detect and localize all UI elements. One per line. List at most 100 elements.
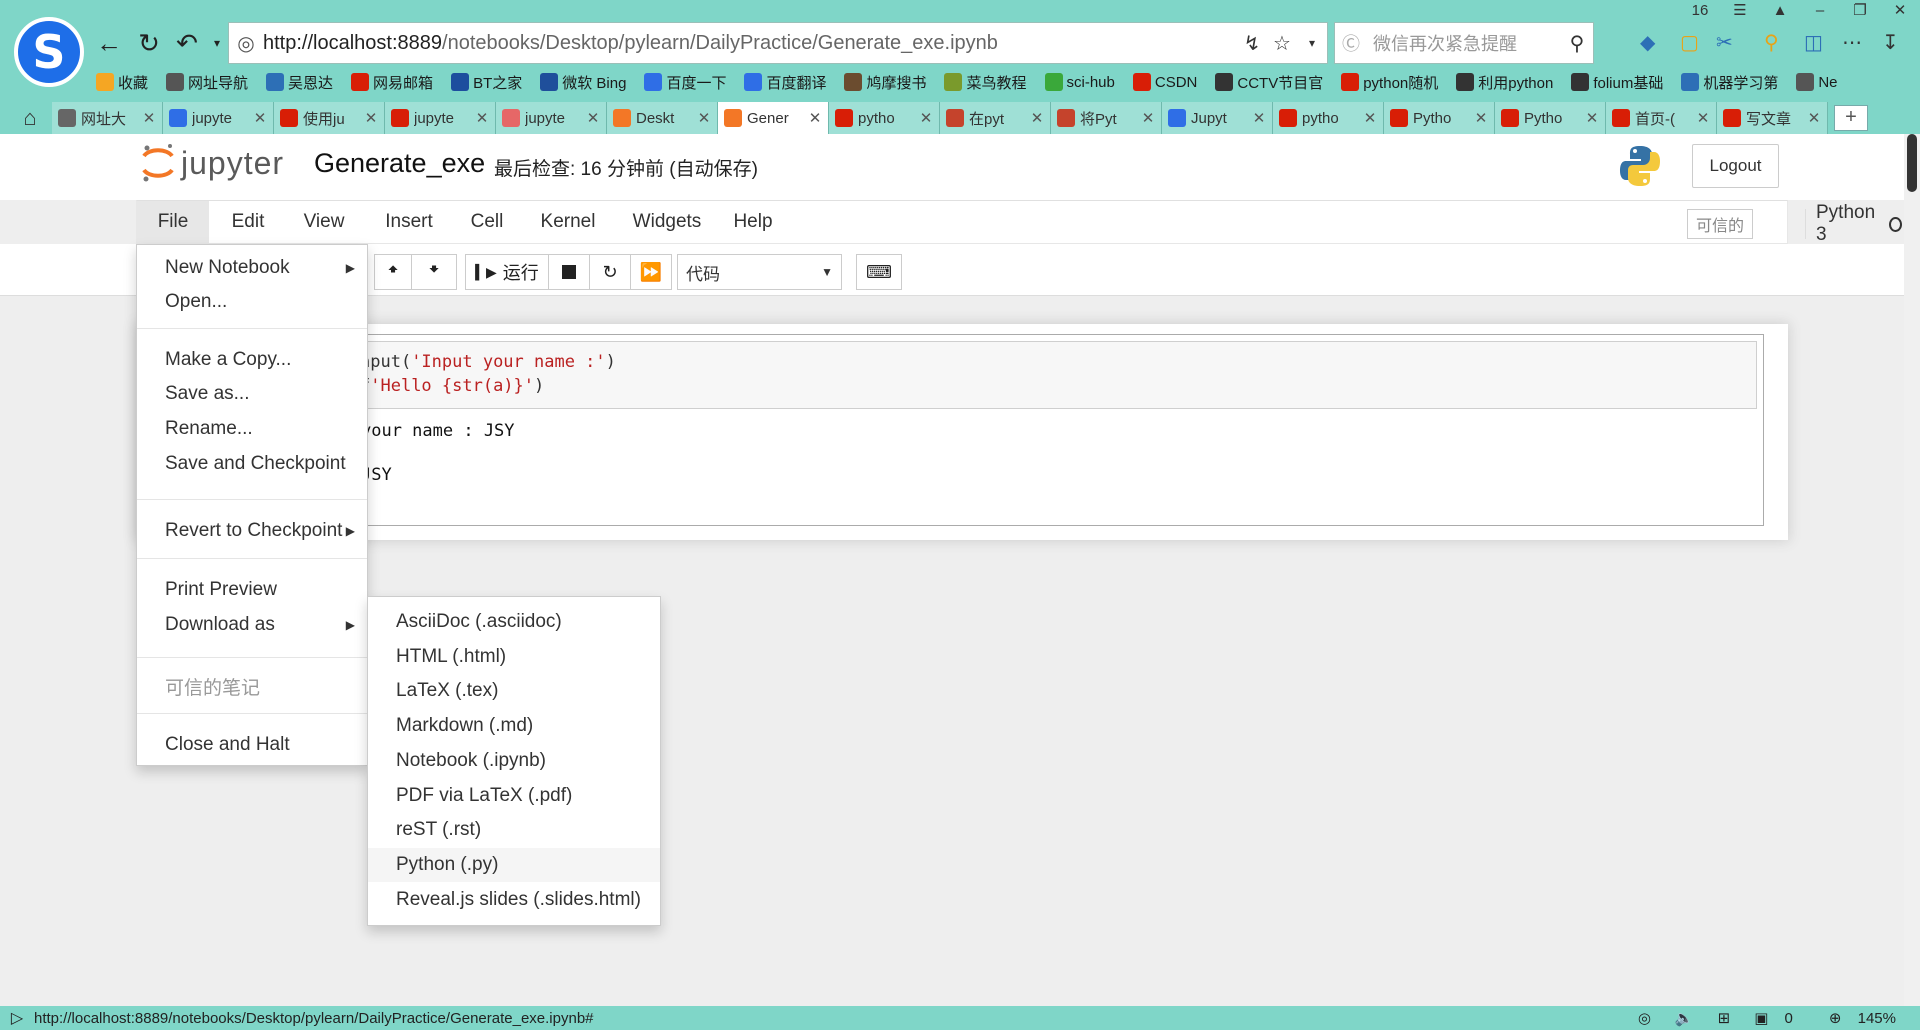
menu-kernel[interactable]: Kernel: [523, 201, 613, 243]
bookmark-item[interactable]: sci-hub: [1044, 73, 1115, 91]
menu-widgets[interactable]: Widgets: [617, 201, 717, 243]
browser-tab[interactable]: jupyte ✕: [496, 102, 607, 134]
move-up-button[interactable]: 🠹: [374, 254, 412, 290]
restart-button[interactable]: ↻: [589, 254, 631, 290]
search-box[interactable]: Ⓒ 微信再次紧急提醒 ⚲: [1334, 22, 1594, 64]
bookmark-item[interactable]: 微软 Bing: [540, 72, 626, 93]
interrupt-button[interactable]: [548, 254, 590, 290]
tab-count-badge[interactable]: 16: [1680, 0, 1720, 24]
translate-icon[interactable]: ◫: [1804, 30, 1823, 55]
ad-block-icon[interactable]: ▣ 0: [1754, 1009, 1805, 1027]
bookmark-item[interactable]: CCTV节目官: [1215, 72, 1323, 93]
browser-tab[interactable]: 写文章 ✕: [1717, 102, 1828, 134]
close-tab-icon[interactable]: ✕: [475, 109, 489, 127]
reload-icon[interactable]: ↻: [134, 24, 164, 62]
bookmark-item[interactable]: 菜鸟教程: [944, 72, 1027, 93]
close-tab-icon[interactable]: ✕: [1807, 109, 1821, 127]
browser-tab[interactable]: 网址大 ✕: [52, 102, 163, 134]
close-tab-icon[interactable]: ✕: [808, 109, 822, 127]
search-icon[interactable]: ⚲: [1561, 31, 1593, 56]
close-tab-icon[interactable]: ✕: [1141, 109, 1155, 127]
download-notebook[interactable]: Notebook (.ipynb): [368, 744, 660, 778]
browser-tab[interactable]: Deskt ✕: [607, 102, 718, 134]
close-tab-icon[interactable]: ✕: [142, 109, 156, 127]
speaker-icon[interactable]: 🔈: [1675, 1009, 1694, 1027]
browser-tab[interactable]: 将Pyt ✕: [1051, 102, 1162, 134]
cell-type-select[interactable]: 代码 ▼: [677, 254, 842, 290]
bookmark-star-icon[interactable]: ☆: [1267, 31, 1297, 56]
bookmark-item[interactable]: BT之家: [451, 72, 522, 93]
move-down-button[interactable]: 🠻: [411, 254, 457, 290]
download-asciidoc[interactable]: AsciiDoc (.asciidoc): [368, 605, 660, 639]
command-palette-button[interactable]: ⌨: [856, 254, 902, 290]
browser-tab[interactable]: Jupyt ✕: [1162, 102, 1273, 134]
zoom-icon[interactable]: ⊕ 145%: [1829, 1009, 1908, 1027]
browser-tab[interactable]: jupyte ✕: [163, 102, 274, 134]
file-menu-save-as[interactable]: Save as...: [137, 377, 367, 411]
file-menu-open[interactable]: Open...: [137, 285, 367, 319]
menu-file[interactable]: File: [137, 201, 209, 243]
menu-help[interactable]: Help: [721, 201, 785, 243]
code-cell[interactable]: nput('Input your name :') f'Hello {str(a…: [146, 334, 1764, 526]
address-dropdown-icon[interactable]: ▾: [1297, 36, 1327, 50]
network-icon[interactable]: ⊞: [1718, 1009, 1731, 1027]
address-bar[interactable]: ◎ http://localhost:8889/notebooks/Deskto…: [228, 22, 1328, 64]
close-tab-icon[interactable]: ✕: [253, 109, 267, 127]
file-menu-save-checkpoint[interactable]: Save and Checkpoint: [137, 447, 367, 481]
close-tab-icon[interactable]: ✕: [1474, 109, 1488, 127]
browser-tab[interactable]: Pytho ✕: [1495, 102, 1606, 134]
browser-tab[interactable]: 首页-(✕: [1606, 102, 1717, 134]
bookmark-item[interactable]: 利用python: [1456, 72, 1553, 93]
notebook-title[interactable]: Generate_exe: [314, 148, 485, 179]
lightning-icon[interactable]: ↯: [1237, 31, 1267, 56]
file-menu-make-copy[interactable]: Make a Copy...: [137, 343, 367, 377]
menu-cell[interactable]: Cell: [455, 201, 519, 243]
close-tab-icon[interactable]: ✕: [1696, 109, 1710, 127]
download-icon[interactable]: ↧: [1882, 30, 1899, 55]
download-revealjs[interactable]: Reveal.js slides (.slides.html): [368, 883, 660, 917]
file-menu-revert-checkpoint[interactable]: Revert to Checkpoint ▶: [137, 514, 367, 548]
logout-button[interactable]: Logout: [1692, 144, 1779, 188]
close-tab-icon[interactable]: ✕: [1363, 109, 1377, 127]
close-tab-icon[interactable]: ✕: [586, 109, 600, 127]
address-url[interactable]: http://localhost:8889/notebooks/Desktop/…: [263, 32, 1237, 55]
search-input[interactable]: 微信再次紧急提醒: [1367, 30, 1561, 56]
bookmark-item[interactable]: 鸠摩搜书: [844, 72, 926, 93]
restart-run-all-button[interactable]: ⏩: [630, 254, 672, 290]
file-menu-download-as[interactable]: Download as ▶: [137, 608, 367, 642]
scrollbar-thumb[interactable]: [1907, 134, 1917, 192]
more-icon[interactable]: ⋯: [1842, 30, 1862, 55]
trusted-indicator[interactable]: 可信的: [1687, 209, 1753, 239]
skin-icon[interactable]: ▲: [1760, 0, 1800, 24]
browser-tab[interactable]: jupyte ✕: [385, 102, 496, 134]
browser-tab[interactable]: pytho ✕: [829, 102, 940, 134]
bookmark-item[interactable]: CSDN: [1132, 73, 1197, 91]
download-html[interactable]: HTML (.html): [368, 640, 660, 674]
jupyter-logo[interactable]: jupyter: [139, 142, 284, 184]
file-menu-print-preview[interactable]: Print Preview: [137, 573, 367, 607]
file-menu-rename[interactable]: Rename...: [137, 412, 367, 446]
browser-tab[interactable]: Pytho ✕: [1384, 102, 1495, 134]
extension-icon[interactable]: ◆: [1640, 30, 1655, 55]
zoom-level[interactable]: 145%: [1858, 1010, 1896, 1027]
bookmark-item[interactable]: Ne: [1796, 73, 1838, 91]
file-menu-close-halt[interactable]: Close and Halt: [137, 728, 367, 762]
close-tab-icon[interactable]: ✕: [364, 109, 378, 127]
close-tab-icon[interactable]: ✕: [1585, 109, 1599, 127]
download-pdf[interactable]: PDF via LaTeX (.pdf): [368, 779, 660, 813]
bookmark-item[interactable]: 网址导航: [166, 72, 248, 93]
menu-icon[interactable]: ☰: [1720, 0, 1760, 24]
minimize-icon[interactable]: –: [1800, 0, 1840, 24]
home-icon[interactable]: ⌂: [8, 102, 52, 134]
bookmark-item[interactable]: 收藏: [96, 72, 148, 93]
download-python[interactable]: Python (.py): [368, 848, 660, 882]
sidebar-toggle-icon[interactable]: ▷: [0, 1008, 34, 1028]
browser-tab[interactable]: 在pyt ✕: [940, 102, 1051, 134]
menu-insert[interactable]: Insert: [367, 201, 451, 243]
security-shield-icon[interactable]: ◎: [229, 31, 263, 56]
close-window-icon[interactable]: ✕: [1880, 0, 1920, 24]
browser-tab[interactable]: 使用ju ✕: [274, 102, 385, 134]
undo-icon[interactable]: ↶: [172, 24, 202, 62]
bookmark-item[interactable]: python随机: [1341, 72, 1438, 93]
file-menu-new-notebook[interactable]: New Notebook ▶: [137, 251, 367, 285]
